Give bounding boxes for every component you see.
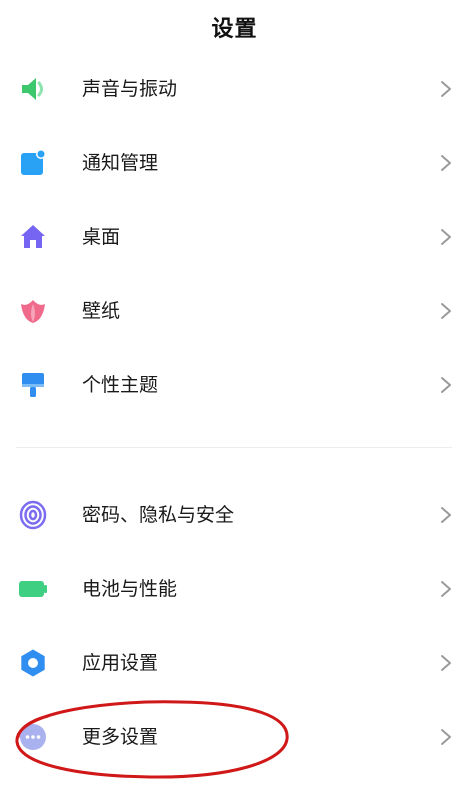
settings-item-label: 壁纸 [82,300,121,322]
chevron-right-icon [438,153,454,173]
settings-item-label: 应用设置 [82,652,159,674]
settings-item-privacy-security[interactable]: 密码、隐私与安全 [0,478,469,552]
settings-header: 设置 [0,0,469,54]
settings-item-label: 个性主题 [82,374,159,396]
settings-item-themes[interactable]: 个性主题 [0,348,469,422]
settings-item-label: 桌面 [82,226,121,248]
paint-brush-icon [18,370,48,400]
more-dots-icon [18,722,48,752]
settings-item-label: 密码、隐私与安全 [82,504,235,526]
chevron-right-icon [438,301,454,321]
chevron-right-icon [438,79,454,99]
settings-item-label: 声音与振动 [82,78,178,100]
settings-item-notifications[interactable]: 通知管理 [0,126,469,200]
battery-icon [18,574,48,604]
gear-icon [18,648,48,678]
home-icon [18,222,48,252]
settings-item-home-screen[interactable]: 桌面 [0,200,469,274]
settings-item-label: 通知管理 [82,152,159,174]
chevron-right-icon [438,653,454,673]
chevron-right-icon [438,227,454,247]
chevron-right-icon [438,505,454,525]
settings-item-more-settings[interactable]: 更多设置 [0,700,469,774]
fingerprint-icon [18,500,48,530]
tulip-icon [18,296,48,326]
settings-item-app-settings[interactable]: 应用设置 [0,626,469,700]
page-title: 设置 [211,17,258,42]
chevron-right-icon [438,579,454,599]
group-divider [16,447,452,448]
chevron-right-icon [438,727,454,747]
settings-item-label: 更多设置 [82,726,159,748]
notification-icon [18,148,48,178]
settings-item-sound-vibration[interactable]: 声音与振动 [0,52,469,126]
settings-item-wallpaper[interactable]: 壁纸 [0,274,469,348]
speaker-icon [18,74,48,104]
settings-item-battery-performance[interactable]: 电池与性能 [0,552,469,626]
chevron-right-icon [438,375,454,395]
settings-item-label: 电池与性能 [82,578,178,600]
